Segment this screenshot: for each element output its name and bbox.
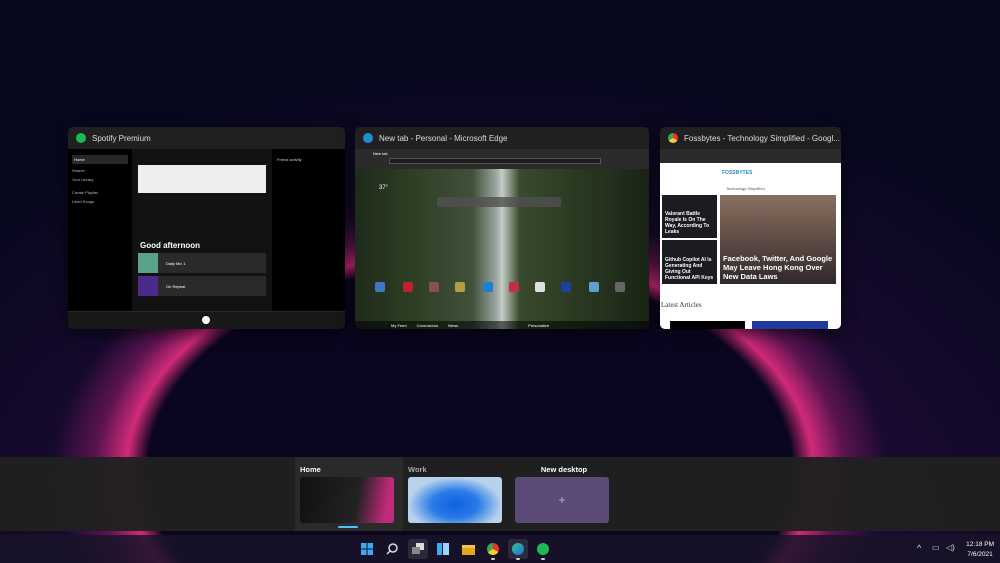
- window-preview: New tab 37° My Feed Coronavirus News Person…: [355, 149, 649, 329]
- browser-toolbar: New tab: [355, 149, 649, 169]
- spotify-icon: [76, 133, 86, 143]
- search-box: [437, 197, 561, 207]
- search-icon[interactable]: [382, 539, 402, 559]
- desktop-home[interactable]: Home: [295, 457, 403, 531]
- weather: 37°: [379, 185, 389, 191]
- window-title: New tab - Personal - Microsoft Edge: [379, 133, 508, 143]
- window-spotify[interactable]: Spotify Premium Home Search Your Library…: [68, 127, 345, 329]
- taskbar: ^ ▭ ◁) 12:18 PM 7/6/2021: [0, 535, 1000, 563]
- clock[interactable]: 12:18 PM 7/6/2021: [966, 540, 994, 560]
- mix-item: Daily Mix 1: [138, 253, 266, 273]
- nav-library: Your Library: [72, 177, 94, 182]
- new-desktop-button[interactable]: New desktop +: [510, 457, 618, 531]
- window-title: Spotify Premium: [92, 133, 151, 143]
- greeting: Good afternoon: [140, 241, 200, 250]
- virtual-desktops-bar: Home Work New desktop +: [0, 457, 1000, 531]
- play-icon: [202, 316, 210, 324]
- edge-icon: [363, 133, 373, 143]
- active-indicator: [338, 526, 358, 528]
- article-card: Valorant Battle Royale Is On The Way, Ac…: [662, 195, 717, 238]
- window-chrome[interactable]: Fossbytes - Technology Simplified - Goog…: [660, 127, 841, 329]
- window-title-bar[interactable]: Fossbytes - Technology Simplified - Goog…: [660, 127, 841, 149]
- nav-search: Search: [72, 168, 85, 173]
- volume-icon[interactable]: ◁): [946, 543, 955, 552]
- window-title-bar[interactable]: Spotify Premium: [68, 127, 345, 149]
- friend-activity: Friend activity: [272, 149, 345, 311]
- player-bar: [68, 311, 345, 329]
- window-preview: FOSSBYTES Technology Simplified Valorant…: [660, 149, 841, 329]
- mix-item: On Repeat: [138, 276, 266, 296]
- article-card: Facebook, Twitter, And Google May Leave …: [720, 195, 836, 284]
- feed-nav: My Feed Coronavirus News Personalize: [355, 321, 649, 329]
- widgets-icon[interactable]: [433, 539, 453, 559]
- chrome-icon[interactable]: [483, 539, 503, 560]
- create-playlist: Create Playlist: [72, 190, 98, 195]
- chrome-icon: [668, 133, 678, 143]
- plus-icon: +: [515, 477, 609, 523]
- ad-banner: [138, 165, 266, 193]
- window-title-bar[interactable]: New tab - Personal - Microsoft Edge: [355, 127, 649, 149]
- site-logo: FOSSBYTES: [722, 170, 753, 176]
- window-edge[interactable]: New tab - Personal - Microsoft Edge New …: [355, 127, 649, 329]
- spotify-icon[interactable]: [533, 539, 553, 560]
- spotify-main: Good afternoon Daily Mix 1 On Repeat: [132, 149, 272, 311]
- window-preview: Home Search Your Library Create Playlist…: [68, 149, 345, 329]
- window-title: Fossbytes - Technology Simplified - Goog…: [684, 133, 840, 143]
- tagline: Technology Simplified: [726, 186, 765, 191]
- desktop-work[interactable]: Work: [403, 457, 511, 531]
- section-heading: Latest Articles: [661, 301, 702, 309]
- spotify-sidebar: Home Search Your Library Create Playlist…: [68, 149, 132, 311]
- liked-songs: Liked Songs: [72, 199, 95, 204]
- windows-start-icon[interactable]: [357, 539, 377, 559]
- article-card: Github Copilot AI Is Generating And Givi…: [662, 240, 717, 284]
- network-icon[interactable]: ▭: [932, 543, 940, 552]
- file-explorer-icon[interactable]: [458, 539, 478, 559]
- nav-home: Home: [72, 155, 128, 164]
- task-view-icon[interactable]: [408, 539, 428, 559]
- chevron-up-icon[interactable]: ^: [917, 543, 921, 553]
- edge-icon[interactable]: [508, 539, 528, 560]
